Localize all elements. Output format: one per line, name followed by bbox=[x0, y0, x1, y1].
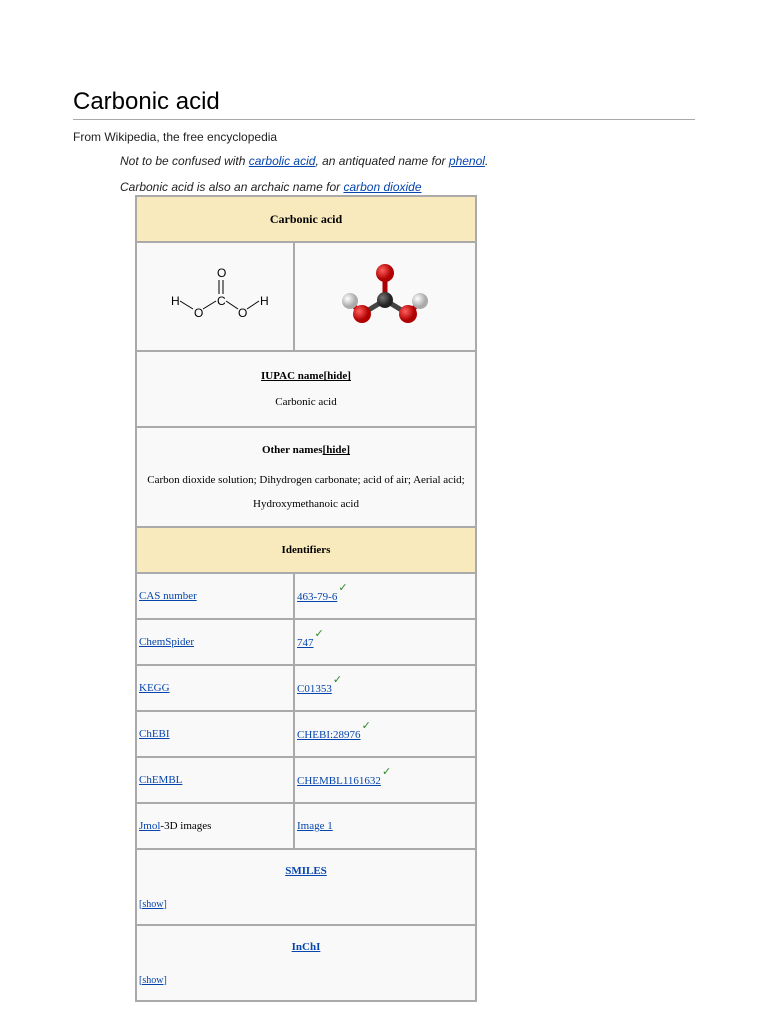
hatnote-text: , an antiquated name for bbox=[315, 154, 449, 168]
smiles-show-toggle[interactable]: [show] bbox=[139, 899, 473, 910]
verified-check-icon: ✓ bbox=[332, 673, 343, 686]
iupac-name-section: IUPAC name[hide] Carbonic acid bbox=[135, 350, 477, 428]
identifier-row: ChEBI CHEBI:28976✓ bbox=[135, 710, 477, 758]
smiles-section: SMILES [show] bbox=[135, 848, 477, 926]
other-names-hide-toggle[interactable]: [hide] bbox=[323, 444, 351, 456]
hatnote-2: Carbonic acid is also an archaic name fo… bbox=[120, 180, 422, 194]
identifiers-header: Identifiers bbox=[135, 526, 477, 574]
page-title: Carbonic acid bbox=[73, 88, 220, 115]
hatnote-text: Not to be confused with bbox=[120, 154, 249, 168]
verified-check-icon: ✓ bbox=[338, 581, 348, 594]
svg-text:C: C bbox=[217, 294, 226, 308]
inchi-link[interactable]: InChI bbox=[292, 941, 321, 953]
iupac-name-label: IUPAC name bbox=[261, 370, 324, 382]
structural-formula-image[interactable]: O C H O O H bbox=[135, 241, 295, 352]
chemspider-value[interactable]: 747 bbox=[297, 637, 314, 649]
svg-text:H: H bbox=[171, 294, 180, 308]
chemspider-link[interactable]: ChemSpider bbox=[139, 636, 194, 648]
structural-formula-icon: O C H O O H bbox=[171, 266, 269, 320]
identifier-row: ChEMBL CHEMBL1161632✓ bbox=[135, 756, 477, 804]
chebi-value[interactable]: CHEBI:28976 bbox=[297, 729, 361, 741]
other-names-value: Carbon dioxide solution; Dihydrogen carb… bbox=[147, 474, 465, 510]
jmol-suffix: -3D images bbox=[160, 820, 212, 832]
iupac-name-value: Carbonic acid bbox=[275, 396, 337, 408]
chembl-link[interactable]: ChEMBL bbox=[139, 774, 182, 786]
title-divider bbox=[73, 119, 695, 120]
verified-check-icon: ✓ bbox=[361, 719, 371, 732]
kegg-value[interactable]: C01353 bbox=[297, 683, 332, 695]
other-names-label: Other names bbox=[261, 444, 323, 456]
svg-text:O: O bbox=[194, 306, 203, 320]
hatnote-text: Carbonic acid is also an archaic name fo… bbox=[120, 180, 344, 194]
phenol-link[interactable]: phenol bbox=[449, 154, 485, 168]
jmol-link[interactable]: Jmol bbox=[139, 820, 160, 832]
svg-text:O: O bbox=[217, 266, 226, 280]
svg-text:H: H bbox=[260, 294, 269, 308]
verified-check-icon: ✓ bbox=[381, 765, 392, 778]
ball-and-stick-model-image[interactable] bbox=[293, 241, 477, 352]
inchi-section: InChI [show] bbox=[135, 924, 477, 1002]
hatnote-text: . bbox=[484, 154, 489, 168]
carbon-dioxide-link[interactable]: carbon dioxide bbox=[343, 180, 421, 194]
iupac-hide-toggle[interactable]: [hide] bbox=[323, 370, 351, 382]
image-1-link[interactable]: Image 1 bbox=[297, 820, 333, 832]
chebi-link[interactable]: ChEBI bbox=[139, 728, 170, 740]
identifier-row: Jmol-3D images Image 1 bbox=[135, 802, 477, 850]
kegg-link[interactable]: KEGG bbox=[139, 682, 170, 694]
cas-number-link[interactable]: CAS number bbox=[139, 590, 197, 602]
hatnote-1: Not to be confused with carbolic acid, a… bbox=[120, 154, 488, 168]
chembl-value[interactable]: CHEMBL1161632 bbox=[297, 775, 381, 787]
infobox: Carbonic acid O C H O O H IUPAC name[hid… bbox=[135, 195, 477, 1002]
carbolic-acid-link[interactable]: carbolic acid bbox=[249, 154, 316, 168]
other-names-section: Other names[hide] Carbon dioxide solutio… bbox=[135, 426, 477, 528]
infobox-title: Carbonic acid bbox=[135, 195, 477, 243]
smiles-link[interactable]: SMILES bbox=[285, 865, 327, 877]
svg-text:O: O bbox=[238, 306, 247, 320]
molecule-3d-icon bbox=[342, 264, 428, 323]
inchi-show-toggle[interactable]: [show] bbox=[139, 975, 473, 986]
tagline: From Wikipedia, the free encyclopedia bbox=[73, 130, 278, 144]
identifier-row: ChemSpider 747✓ bbox=[135, 618, 477, 666]
identifier-row: CAS number 463-79-6✓ bbox=[135, 572, 477, 620]
verified-check-icon: ✓ bbox=[314, 627, 324, 640]
identifier-row: KEGG C01353✓ bbox=[135, 664, 477, 712]
cas-number-value[interactable]: 463-79-6 bbox=[297, 591, 337, 603]
